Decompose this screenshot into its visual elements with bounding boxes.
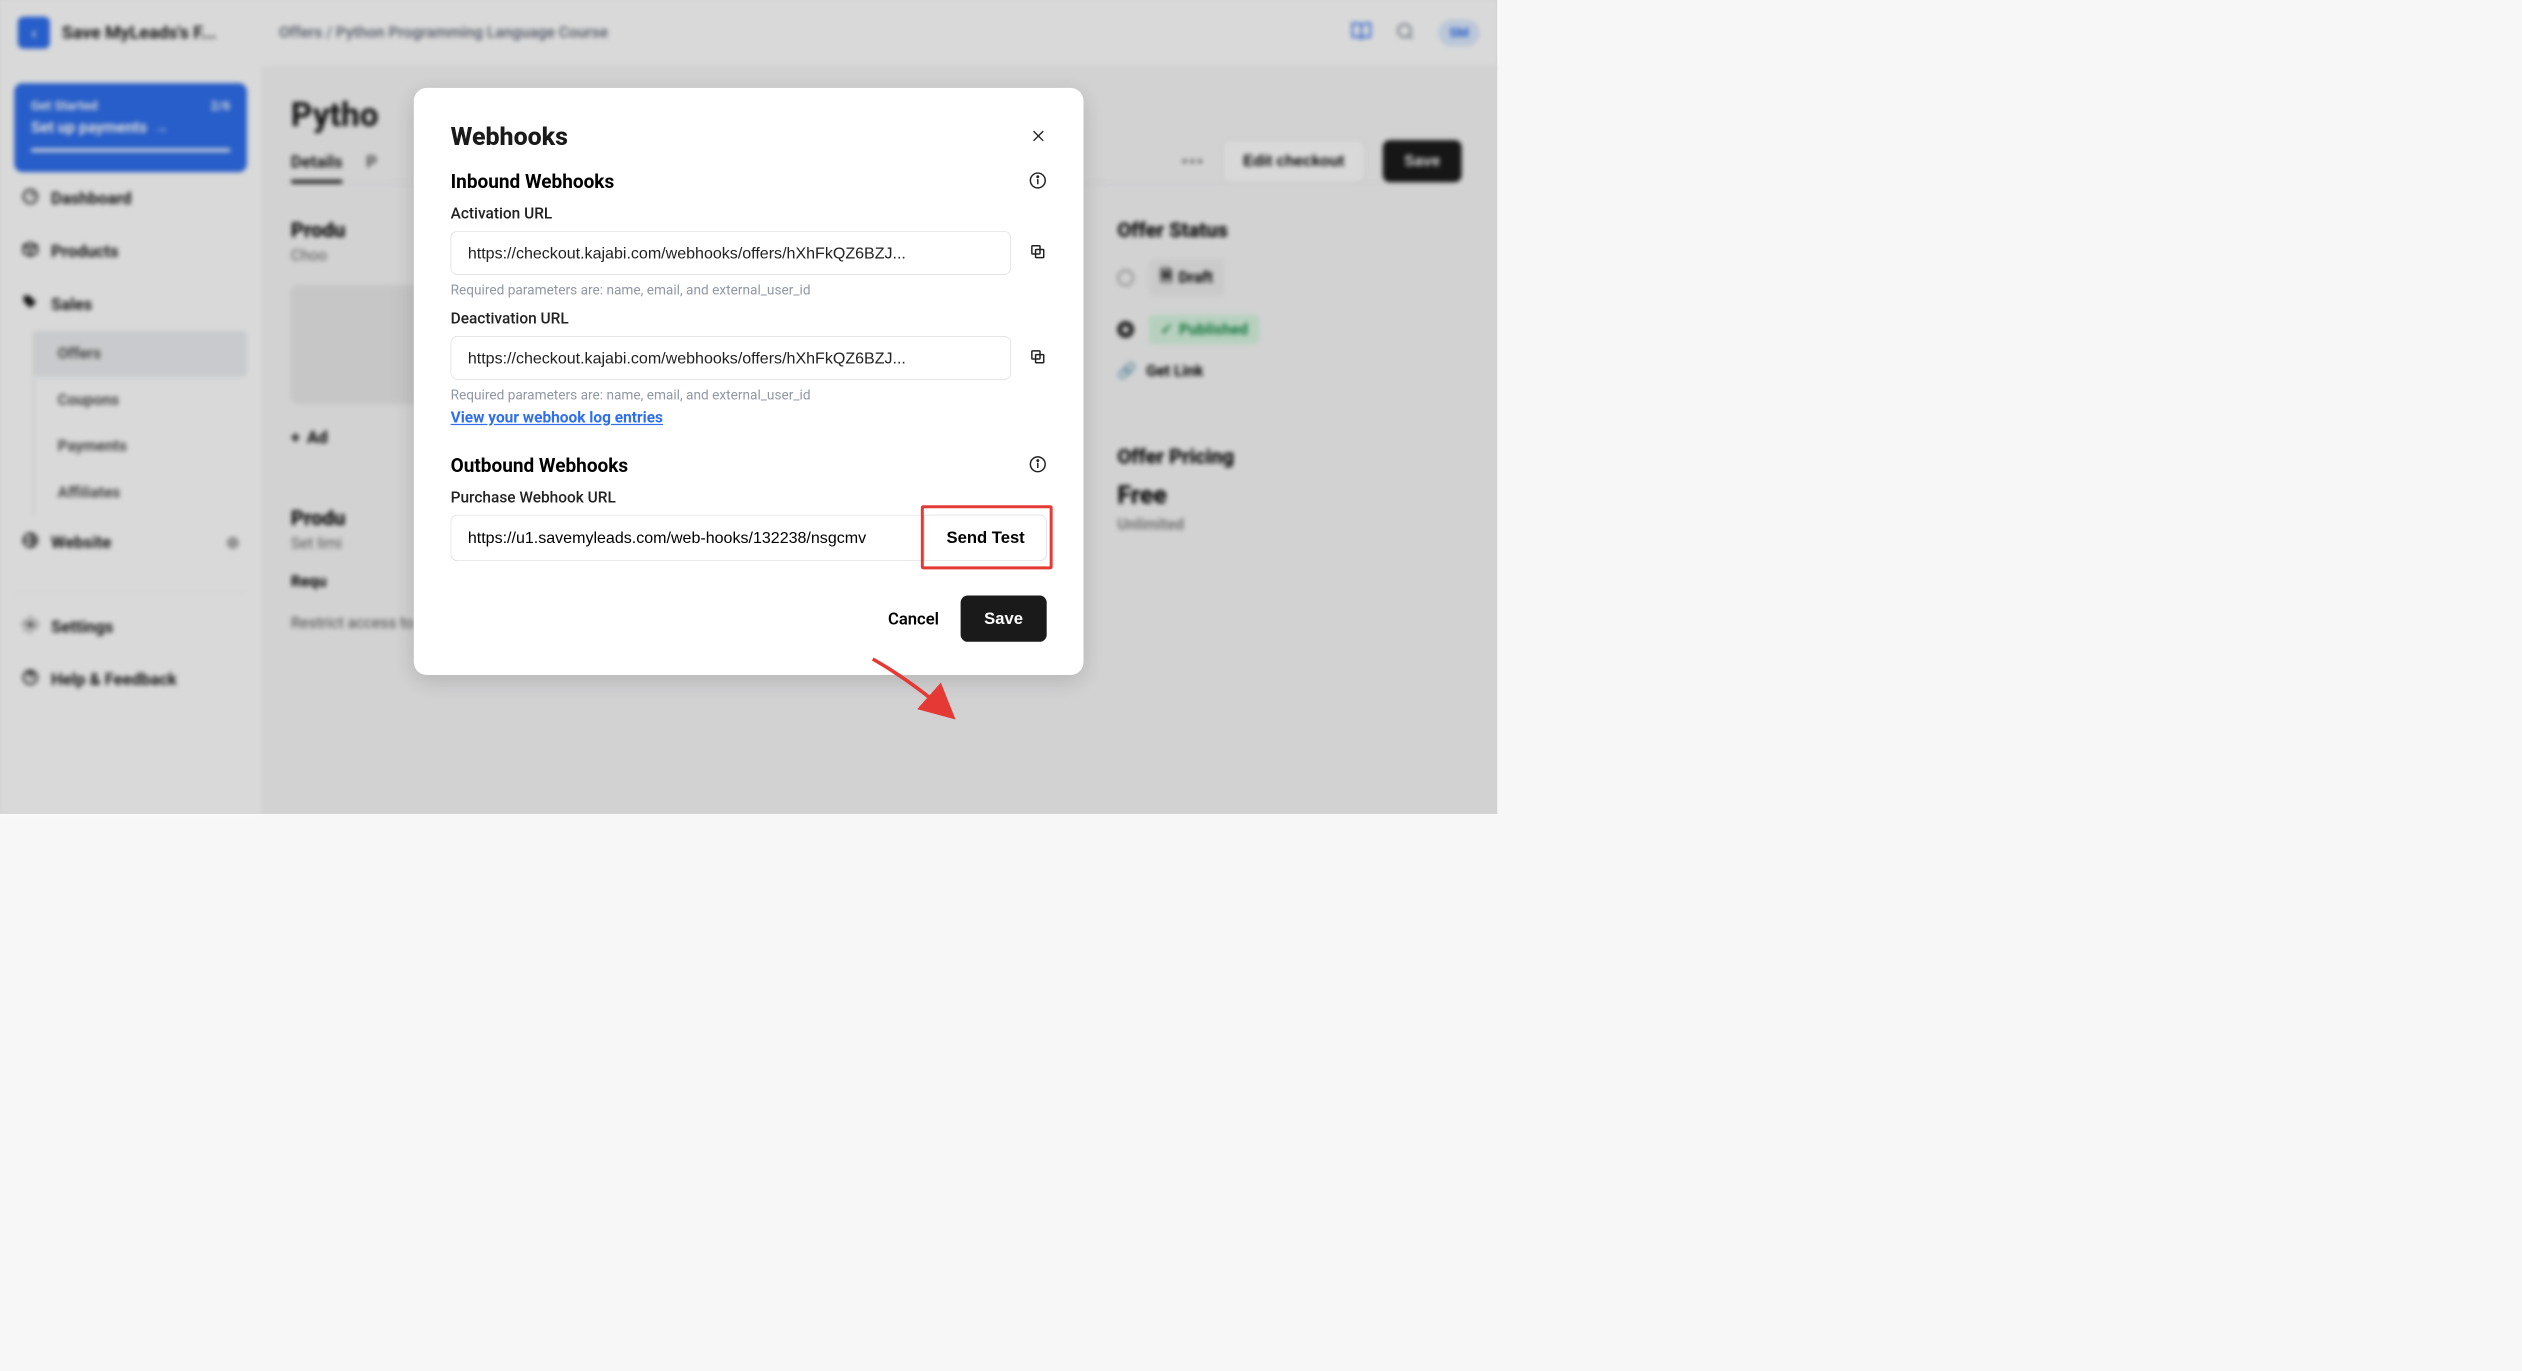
send-test-button[interactable]: Send Test bbox=[925, 515, 1047, 561]
save-button[interactable]: Save bbox=[960, 595, 1046, 641]
modal-title: Webhooks bbox=[451, 122, 568, 151]
activation-label: Activation URL bbox=[451, 205, 1047, 223]
webhook-log-link[interactable]: View your webhook log entries bbox=[451, 409, 663, 427]
inbound-title: Inbound Webhooks bbox=[451, 170, 615, 193]
deactivation-url-input[interactable] bbox=[451, 336, 1011, 380]
close-icon[interactable] bbox=[1030, 127, 1047, 146]
activation-hint: Required parameters are: name, email, an… bbox=[451, 282, 1047, 298]
copy-icon[interactable] bbox=[1029, 348, 1047, 368]
deactivation-hint: Required parameters are: name, email, an… bbox=[451, 387, 1047, 403]
purchase-webhook-input[interactable] bbox=[451, 515, 925, 561]
info-icon[interactable] bbox=[1029, 455, 1047, 475]
webhooks-modal: Webhooks Inbound Webhooks Activation URL… bbox=[414, 88, 1084, 675]
copy-icon[interactable] bbox=[1029, 243, 1047, 263]
info-icon[interactable] bbox=[1029, 172, 1047, 192]
deactivation-label: Deactivation URL bbox=[451, 310, 1047, 328]
purchase-label: Purchase Webhook URL bbox=[451, 489, 1047, 507]
activation-url-input[interactable] bbox=[451, 231, 1011, 275]
cancel-button[interactable]: Cancel bbox=[888, 609, 939, 629]
outbound-title: Outbound Webhooks bbox=[451, 454, 629, 477]
